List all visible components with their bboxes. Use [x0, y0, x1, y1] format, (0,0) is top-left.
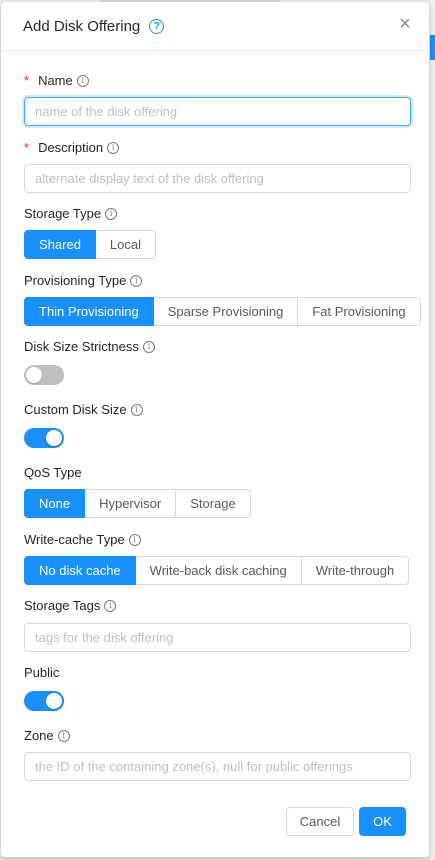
disk-size-strictness-label: Disk Size Strictness i	[24, 339, 155, 354]
write-cache-type-radio-group: No disk cache Write-back disk caching Wr…	[24, 556, 410, 585]
public-switch[interactable]	[24, 691, 64, 711]
name-input[interactable]	[24, 97, 411, 126]
switch-knob	[46, 693, 62, 709]
qos-type-label-text: QoS Type	[24, 465, 82, 480]
storage-type-label-text: Storage Type	[24, 206, 102, 221]
provisioning-fat[interactable]: Fat Provisioning	[298, 297, 421, 326]
storage-type-shared[interactable]: Shared	[24, 230, 96, 259]
write-cache-type-label: Write-cache Type i	[24, 532, 141, 547]
info-icon[interactable]: i	[76, 74, 89, 87]
storage-tags-input[interactable]	[24, 623, 411, 652]
dialog-title: Add Disk Offering	[23, 17, 141, 35]
backdrop-scrollbar	[430, 0, 435, 860]
info-icon[interactable]: i	[105, 207, 118, 220]
custom-disk-size-label: Custom Disk Size i	[24, 402, 143, 417]
storage-tags-label: Storage Tags i	[24, 598, 117, 613]
info-icon[interactable]: i	[104, 599, 117, 612]
disk-size-strictness-switch[interactable]	[24, 365, 64, 385]
custom-disk-size-label-text: Custom Disk Size	[24, 402, 127, 417]
storage-type-local[interactable]: Local	[95, 230, 156, 259]
provisioning-thin[interactable]: Thin Provisioning	[24, 297, 154, 326]
name-label-text: Name	[38, 73, 73, 88]
ok-button[interactable]: OK	[359, 807, 406, 836]
info-icon[interactable]: i	[128, 533, 141, 546]
provisioning-type-label: Provisioning Type i	[24, 273, 143, 288]
description-label-text: Description	[38, 140, 104, 155]
storage-type-label: Storage Type i	[24, 206, 118, 221]
qos-type-radio-group: None Hypervisor Storage	[24, 489, 251, 518]
write-cache-writeback[interactable]: Write-back disk caching	[135, 556, 302, 585]
disk-size-strictness-label-text: Disk Size Strictness	[24, 339, 139, 354]
write-cache-type-label-text: Write-cache Type	[24, 532, 125, 547]
write-cache-writethrough[interactable]: Write-through	[301, 556, 410, 585]
write-cache-none[interactable]: No disk cache	[24, 556, 136, 585]
cancel-button[interactable]: Cancel	[286, 807, 354, 836]
qos-none[interactable]: None	[24, 489, 86, 518]
backdrop-accent	[430, 35, 435, 60]
close-icon[interactable]: ×	[397, 14, 413, 34]
info-icon[interactable]: i	[130, 403, 143, 416]
required-marker: *	[24, 73, 30, 88]
custom-disk-size-switch[interactable]	[24, 428, 64, 448]
provisioning-sparse[interactable]: Sparse Provisioning	[153, 297, 299, 326]
required-marker: *	[24, 140, 30, 155]
description-label: * Description i	[24, 140, 120, 155]
provisioning-type-label-text: Provisioning Type	[24, 273, 127, 288]
qos-hypervisor[interactable]: Hypervisor	[85, 489, 177, 518]
info-icon[interactable]: i	[142, 340, 155, 353]
zone-label-text: Zone	[24, 728, 54, 743]
zone-input[interactable]	[24, 752, 411, 781]
add-disk-offering-dialog: Add Disk Offering ? × * Name i * Descrip…	[1, 2, 429, 857]
qos-storage[interactable]: Storage	[176, 489, 251, 518]
provisioning-type-radio-group: Thin Provisioning Sparse Provisioning Fa…	[24, 297, 421, 326]
public-label: Public	[24, 665, 59, 680]
zone-label: Zone i	[24, 728, 70, 743]
info-icon[interactable]: i	[130, 274, 143, 287]
storage-tags-label-text: Storage Tags	[24, 598, 101, 613]
switch-knob	[26, 367, 42, 383]
info-icon[interactable]: i	[107, 141, 120, 154]
public-label-text: Public	[24, 665, 60, 680]
dialog-header: Add Disk Offering ? ×	[1, 2, 429, 51]
name-label: * Name i	[24, 73, 89, 88]
help-icon[interactable]: ?	[149, 18, 165, 34]
qos-type-label: QoS Type	[24, 465, 82, 480]
description-input[interactable]	[24, 164, 411, 193]
info-icon[interactable]: i	[57, 729, 70, 742]
storage-type-radio-group: Shared Local	[24, 230, 156, 259]
switch-knob	[46, 430, 62, 446]
